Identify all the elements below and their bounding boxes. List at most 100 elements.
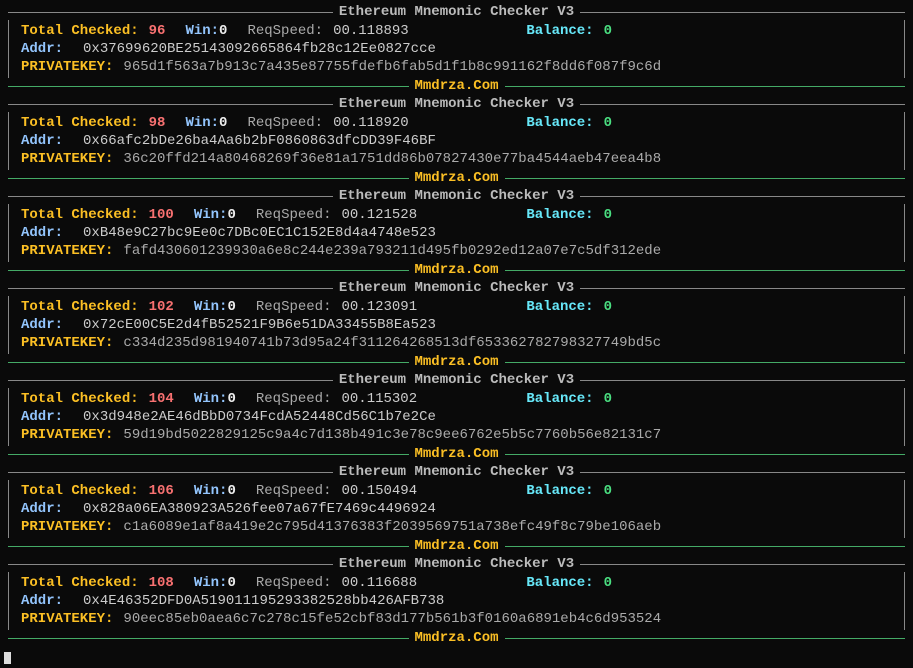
value-reqspeed: 00.150494 [341,482,417,500]
value-total-checked: 108 [149,574,174,592]
block-title-row: Ethereum Mnemonic Checker V3 [8,188,905,204]
value-privatekey: fafd43060123993​0a6e8c244e239a793211d495… [123,242,661,260]
value-total-checked: 96 [149,22,166,40]
value-total-checked: 100 [149,206,174,224]
value-total-checked: 106 [149,482,174,500]
label-total-checked: Total Checked: [21,22,139,40]
block-title-row: Ethereum Mnemonic Checker V3 [8,556,905,572]
value-reqspeed: 00.121528 [341,206,417,224]
label-reqspeed: ReqSpeed: [256,482,332,500]
value-balance: 0 [604,390,612,408]
block-footer-row: Mmdrza.Com [8,262,905,278]
block-footer-row: Mmdrza.Com [8,538,905,554]
label-balance: Balance: [526,298,593,316]
block-content: Total Checked: 96 Win: 0 ReqSpeed: 00.11… [8,20,905,78]
block-title: Ethereum Mnemonic Checker V3 [333,96,580,112]
block-title: Ethereum Mnemonic Checker V3 [333,372,580,388]
block-footer: Mmdrza.Com [409,446,505,462]
value-reqspeed: 00.115302 [341,390,417,408]
value-win: 0 [227,390,235,408]
label-reqspeed: ReqSpeed: [256,574,332,592]
label-balance: Balance: [526,390,593,408]
block-footer-row: Mmdrza.Com [8,78,905,94]
label-win: Win: [194,390,228,408]
value-balance: 0 [604,482,612,500]
value-privatekey: 36c20ffd214a80468269f36e81a1751dd86b0782… [123,150,661,168]
value-reqspeed: 00.116688 [341,574,417,592]
label-addr: Addr: [21,132,63,150]
block-title: Ethereum Mnemonic Checker V3 [333,280,580,296]
label-privatekey: PRIVATEKEY: [21,150,113,168]
label-privatekey: PRIVATEKEY: [21,518,113,536]
block-title: Ethereum Mnemonic Checker V3 [333,4,580,20]
label-total-checked: Total Checked: [21,574,139,592]
value-balance: 0 [604,574,612,592]
label-balance: Balance: [526,114,593,132]
block-footer-row: Mmdrza.Com [8,170,905,186]
label-addr: Addr: [21,408,63,426]
value-balance: 0 [604,206,612,224]
check-block: Ethereum Mnemonic Checker V3 Total Check… [8,4,905,94]
value-balance: 0 [604,298,612,316]
value-addr: 0x828a06EA380923A526fee07a67fE7469c44969… [83,500,436,518]
label-reqspeed: ReqSpeed: [256,390,332,408]
label-privatekey: PRIVATEKEY: [21,426,113,444]
block-footer: Mmdrza.Com [409,262,505,278]
block-content: Total Checked: 104 Win: 0 ReqSpeed: 00.1… [8,388,905,446]
label-total-checked: Total Checked: [21,114,139,132]
value-balance: 0 [604,22,612,40]
label-privatekey: PRIVATEKEY: [21,242,113,260]
block-title-row: Ethereum Mnemonic Checker V3 [8,372,905,388]
value-addr: 0x66afc2bDe26ba4Aa6b2bF0860863dfcDD39F46… [83,132,436,150]
value-privatekey: 90eec85eb0aea6c7c278c15fe52cbf83d177b561… [123,610,661,628]
value-addr: 0x3d948e2AE46dBbD0734FcdA52448Cd56C1b7e2… [83,408,436,426]
value-addr: 0x4E46352DFD0A519011195293382528bb426AFB… [83,592,444,610]
label-total-checked: Total Checked: [21,298,139,316]
block-content: Total Checked: 98 Win: 0 ReqSpeed: 00.11… [8,112,905,170]
block-title-row: Ethereum Mnemonic Checker V3 [8,464,905,480]
label-win: Win: [185,114,219,132]
value-win: 0 [227,206,235,224]
check-block: Ethereum Mnemonic Checker V3 Total Check… [8,96,905,186]
block-footer: Mmdrza.Com [409,538,505,554]
block-content: Total Checked: 106 Win: 0 ReqSpeed: 00.1… [8,480,905,538]
label-addr: Addr: [21,592,63,610]
value-addr: 0xB48e9C27bc9Ee0c7DBc0EC1C152E8d4a4748e5… [83,224,436,242]
value-balance: 0 [604,114,612,132]
check-block: Ethereum Mnemonic Checker V3 Total Check… [8,464,905,554]
label-privatekey: PRIVATEKEY: [21,58,113,76]
block-footer-row: Mmdrza.Com [8,630,905,646]
block-footer: Mmdrza.Com [409,78,505,94]
block-footer-row: Mmdrza.Com [8,354,905,370]
label-balance: Balance: [526,22,593,40]
block-content: Total Checked: 100 Win: 0 ReqSpeed: 00.1… [8,204,905,262]
value-privatekey: 965d1f563a7b913c7a435e87755fdefb6fab5d1f… [123,58,661,76]
block-footer-row: Mmdrza.Com [8,446,905,462]
label-balance: Balance: [526,206,593,224]
block-title-row: Ethereum Mnemonic Checker V3 [8,96,905,112]
value-addr: 0x37699620BE25143092665864fb28c12Ee0827c… [83,40,436,58]
label-addr: Addr: [21,40,63,58]
label-privatekey: PRIVATEKEY: [21,334,113,352]
block-footer: Mmdrza.Com [409,354,505,370]
block-footer: Mmdrza.Com [409,170,505,186]
label-total-checked: Total Checked: [21,482,139,500]
value-win: 0 [227,482,235,500]
label-privatekey: PRIVATEKEY: [21,610,113,628]
label-reqspeed: ReqSpeed: [256,206,332,224]
value-reqspeed: 00.123091 [341,298,417,316]
label-win: Win: [194,482,228,500]
label-win: Win: [194,206,228,224]
block-title: Ethereum Mnemonic Checker V3 [333,464,580,480]
block-footer: Mmdrza.Com [409,630,505,646]
value-addr: 0x72cE00C5E2d4fB52521F9B6e51DA33455B8Ea5… [83,316,436,334]
label-reqspeed: ReqSpeed: [247,22,323,40]
value-privatekey: c1a6089e1af8a419e2c795d41376383f20395697… [123,518,661,536]
value-reqspeed: 00.118920 [333,114,409,132]
label-reqspeed: ReqSpeed: [247,114,323,132]
label-balance: Balance: [526,482,593,500]
check-block: Ethereum Mnemonic Checker V3 Total Check… [8,372,905,462]
block-title-row: Ethereum Mnemonic Checker V3 [8,4,905,20]
label-win: Win: [194,298,228,316]
value-win: 0 [227,574,235,592]
